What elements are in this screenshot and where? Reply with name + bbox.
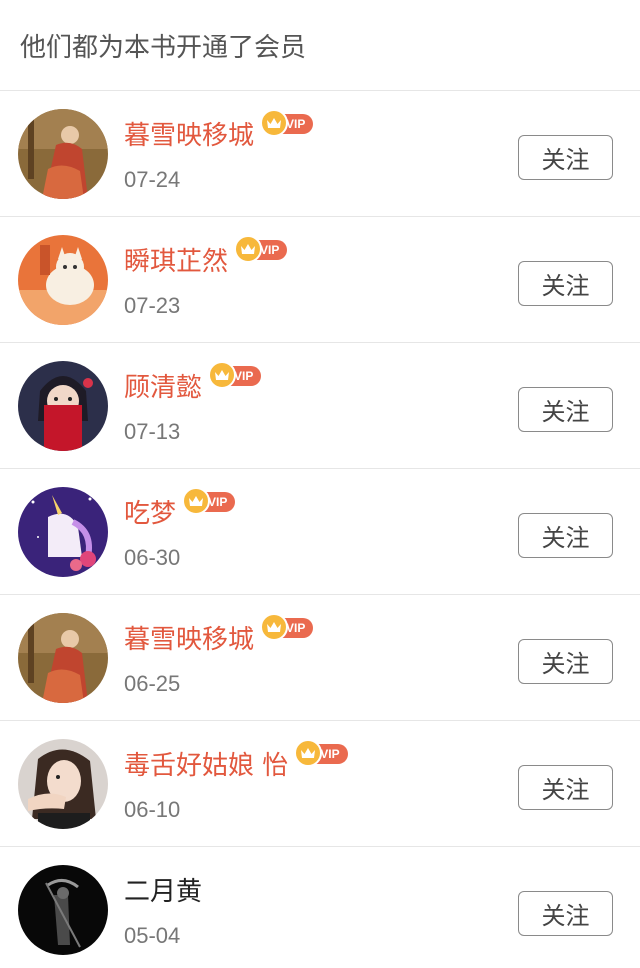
join-date: 07-13 [124, 419, 181, 444]
avatar[interactable] [18, 739, 108, 829]
list-item[interactable]: 暮雪映移城 VIP 06-25 关注 [0, 595, 640, 721]
list-item[interactable]: 二月黄 05-04 关注 [0, 847, 640, 968]
avatar[interactable] [18, 235, 108, 325]
list-item[interactable]: 吃梦 VIP 06-30 关注 [0, 469, 640, 595]
member-name[interactable]: 顾清懿 [124, 367, 202, 404]
vip-badge: VIP [260, 109, 314, 137]
follow-button[interactable]: 关注 [518, 261, 613, 306]
vip-badge: VIP [260, 613, 314, 641]
join-date: 07-24 [124, 167, 181, 192]
avatar[interactable] [18, 865, 108, 955]
follow-button[interactable]: 关注 [518, 135, 613, 180]
member-name[interactable]: 吃梦 [124, 493, 176, 530]
list-item[interactable]: 瞬琪芷然 VIP 07-23 关注 [0, 217, 640, 343]
member-list: 暮雪映移城 VIP 07-24 关注 瞬琪芷然 VIP 07-23 关注 顾清懿… [0, 91, 640, 968]
join-date: 05-04 [124, 923, 181, 948]
crown-icon [208, 361, 237, 389]
crown-icon [234, 235, 263, 263]
member-name[interactable]: 二月黄 [124, 871, 202, 908]
member-name[interactable]: 暮雪映移城 [124, 115, 254, 152]
follow-button[interactable]: 关注 [518, 765, 613, 810]
join-date: 06-10 [124, 797, 181, 822]
follow-button[interactable]: 关注 [518, 639, 613, 684]
member-name[interactable]: 暮雪映移城 [124, 619, 254, 656]
follow-button[interactable]: 关注 [518, 891, 613, 936]
follow-button[interactable]: 关注 [518, 387, 613, 432]
vip-badge: VIP [182, 487, 236, 515]
list-item[interactable]: 顾清懿 VIP 07-13 关注 [0, 343, 640, 469]
vip-badge: VIP [208, 361, 262, 389]
member-name[interactable]: 瞬琪芷然 [124, 241, 228, 278]
crown-icon [260, 613, 289, 641]
crown-icon [260, 109, 289, 137]
follow-button[interactable]: 关注 [518, 513, 613, 558]
join-date: 07-23 [124, 293, 181, 318]
avatar[interactable] [18, 361, 108, 451]
avatar[interactable] [18, 109, 108, 199]
list-item[interactable]: 毒舌好姑娘 怡 VIP 06-10 关注 [0, 721, 640, 847]
list-item[interactable]: 暮雪映移城 VIP 07-24 关注 [0, 91, 640, 217]
join-date: 06-30 [124, 545, 181, 570]
crown-icon [294, 739, 323, 767]
avatar[interactable] [18, 613, 108, 703]
avatar[interactable] [18, 487, 108, 577]
crown-icon [182, 487, 211, 515]
vip-badge: VIP [294, 739, 348, 767]
vip-badge: VIP [234, 235, 288, 263]
section-header: 他们都为本书开通了会员 [0, 0, 640, 91]
section-title: 他们都为本书开通了会员 [20, 32, 307, 63]
member-name[interactable]: 毒舌好姑娘 怡 [124, 745, 288, 782]
join-date: 06-25 [124, 671, 181, 696]
